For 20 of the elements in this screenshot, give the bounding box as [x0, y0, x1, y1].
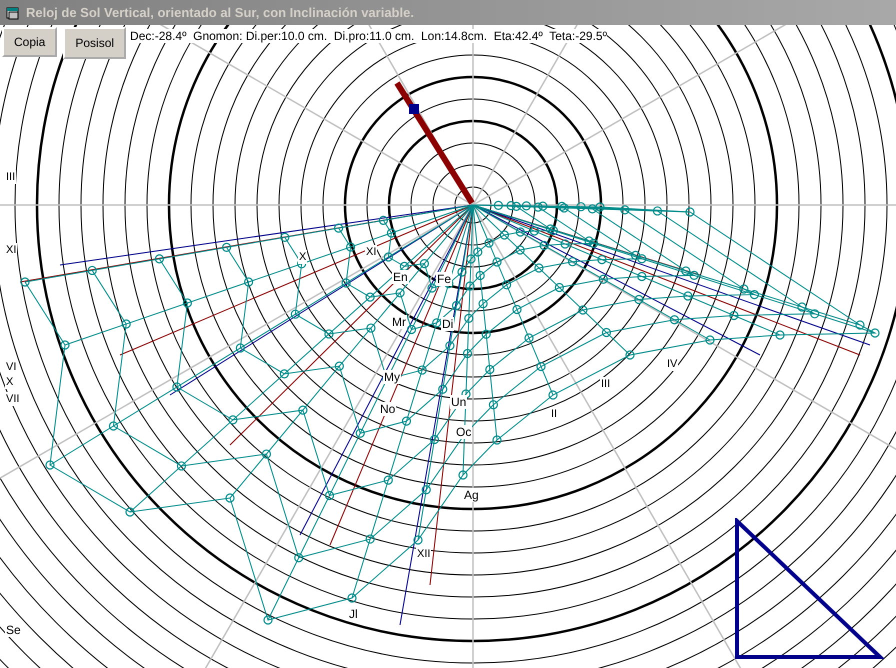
- month-label: En: [392, 270, 409, 284]
- month-label: Fe: [436, 272, 452, 286]
- month-label: Oc: [455, 425, 472, 439]
- toolbar-button[interactable]: Copia: [2, 27, 58, 57]
- month-label: No: [379, 402, 396, 416]
- window-title: Reloj de Sol Vertical, orientado al Sur, con Inclinación variable.: [26, 5, 414, 20]
- month-label: Se: [5, 623, 22, 637]
- month-label: Mr: [391, 315, 407, 329]
- hour-label: IV: [666, 357, 678, 371]
- month-label: Di: [441, 317, 454, 331]
- month-label: Ag: [463, 488, 480, 502]
- hour-label: VII: [5, 392, 20, 406]
- hour-label: X: [298, 250, 308, 264]
- hour-label: X: [5, 375, 14, 389]
- month-label: Un: [450, 395, 468, 409]
- month-label: Jl: [348, 607, 359, 621]
- hour-label: III: [5, 170, 16, 184]
- toolbar-button[interactable]: Posisol: [63, 27, 126, 59]
- month-label: My: [383, 370, 401, 384]
- gnomon-info-text: Dec:-28.4º Gnomon: Di.per:10.0 cm. Di.pro:11.0 cm. Lon:14.8cm. Eta:42.4º Teta:-29.5º: [130, 29, 607, 43]
